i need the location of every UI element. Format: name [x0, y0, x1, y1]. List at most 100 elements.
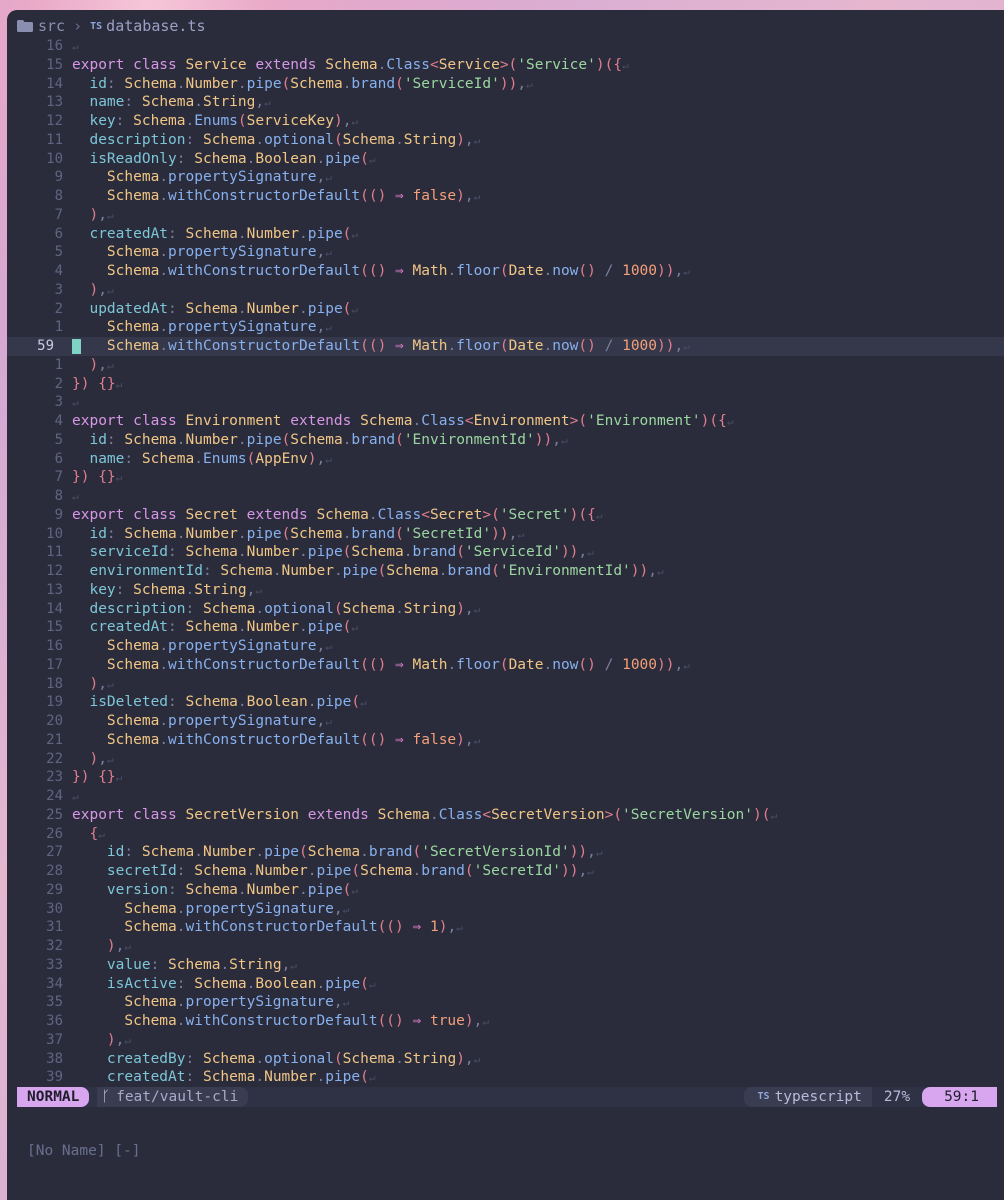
line-number: 1 [54, 356, 63, 373]
code-line[interactable]: 30 Schema.propertySignature,↵ [7, 900, 1004, 919]
code-token: floor [456, 263, 500, 279]
code-token: ( [360, 975, 369, 992]
code-line[interactable]: 16 ↵ [7, 37, 1004, 56]
code-line[interactable]: 7 ),↵ [7, 206, 1004, 225]
breadcrumb-file[interactable]: database.ts [106, 17, 205, 35]
code-token: ( [333, 1050, 343, 1067]
code-line[interactable]: 14 description: Schema.optional(Schema.S… [7, 600, 1004, 619]
current-line[interactable]: 59 Schema.withConstructorDefault(() ⇒ Ma… [7, 337, 1004, 356]
code-line[interactable]: 20 Schema.propertySignature,↵ [7, 712, 1004, 731]
code-line[interactable]: 5 Schema.propertySignature,↵ [7, 243, 1004, 262]
code-line[interactable]: 6 createdAt: Schema.Number.pipe(↵ [7, 225, 1004, 244]
code-line[interactable]: 14 id: Schema.Number.pipe(Schema.brand('… [7, 75, 1004, 94]
code-line[interactable]: 13 key: Schema.String,↵ [7, 581, 1004, 600]
code-token: Class [386, 56, 430, 73]
code-token: ( [456, 544, 465, 561]
code-line[interactable]: 19 isDeleted: Schema.Boolean.pipe(↵ [7, 693, 1004, 712]
code-line[interactable]: 22 ),↵ [7, 750, 1004, 769]
code-text: {↵ [72, 825, 104, 845]
code-token: . [299, 225, 308, 242]
code-line[interactable]: 27 id: Schema.Number.pipe(Schema.brand('… [7, 843, 1004, 862]
git-branch[interactable]: ᚴ feat/vault-cli [97, 1087, 249, 1107]
eol-marker: ↵ [106, 358, 114, 372]
code-line[interactable]: 1 Schema.propertySignature,↵ [7, 318, 1004, 337]
code-line[interactable]: 37 ),↵ [7, 1031, 1004, 1050]
code-line[interactable]: 12 environmentId: Schema.Number.pipe(Sch… [7, 562, 1004, 581]
code-line[interactable]: 23}) {}↵ [7, 768, 1004, 787]
eol-marker: ↵ [622, 58, 629, 72]
code-token: Schema [72, 638, 160, 654]
code-token: . [159, 188, 169, 204]
code-token: ( [281, 75, 291, 92]
code-line[interactable]: 24 ↵ [7, 787, 1004, 806]
code-line[interactable]: 4 Schema.withConstructorDefault(() ⇒ Mat… [7, 262, 1004, 281]
code-token: . [412, 413, 422, 429]
code-token: : [185, 131, 203, 148]
code-token: Number [281, 563, 334, 579]
code-line[interactable]: 2 updatedAt: Schema.Number.pipe(↵ [7, 300, 1004, 319]
code-line[interactable]: 32 ),↵ [7, 937, 1004, 956]
code-text: createdBy: Schema.optional(Schema.String… [72, 1050, 480, 1070]
breadcrumb-folder[interactable]: src [38, 17, 65, 35]
line-number: 15 [46, 619, 63, 636]
code-line[interactable]: 33 value: Schema.String,↵ [7, 956, 1004, 975]
line-number: 26 [46, 825, 63, 842]
code-line[interactable]: 38 createdBy: Schema.optional(Schema.Str… [7, 1050, 1004, 1069]
code-line[interactable]: 11 serviceId: Schema.Number.pipe(Schema.… [7, 543, 1004, 562]
code-line[interactable]: 39 createdAt: Schema.Number.pipe(↵ [7, 1068, 1004, 1087]
code-line[interactable]: 8 ↵ [7, 487, 1004, 506]
code-token: 1000 [622, 656, 658, 673]
code-line[interactable]: 3 ),↵ [7, 281, 1004, 300]
code-token: key [72, 581, 116, 598]
code-line[interactable]: 10 id: Schema.Number.pipe(Schema.brand('… [7, 525, 1004, 544]
code-text: Schema.propertySignature,↵ [72, 243, 332, 263]
code-text: Schema.withConstructorDefault(() ⇒ false… [72, 187, 480, 207]
code-token: Number [185, 431, 238, 448]
code-line[interactable]: 3 ↵ [7, 393, 1004, 412]
code-line[interactable]: 18 ),↵ [7, 675, 1004, 694]
eol-marker: ↵ [560, 433, 568, 447]
code-text: Schema.withConstructorDefault(() ⇒ Math.… [72, 656, 690, 676]
code-line[interactable]: 9 Schema.propertySignature,↵ [7, 168, 1004, 187]
code-line[interactable]: 25 export class SecretVersion extends Sch… [7, 806, 1004, 825]
code-line[interactable]: 11 description: Schema.optional(Schema.S… [7, 131, 1004, 150]
code-token: 'SecretId' [473, 863, 561, 879]
code-line[interactable]: 36 Schema.withConstructorDefault(() ⇒ tr… [7, 1012, 1004, 1031]
code-line[interactable]: 34 isActive: Schema.Boolean.pipe(↵ [7, 975, 1004, 994]
code-token: : [202, 563, 221, 579]
code-token: ( [237, 113, 247, 129]
code-token: () [578, 263, 596, 279]
code-line[interactable]: 5 id: Schema.Number.pipe(Schema.brand('E… [7, 431, 1004, 450]
code-line[interactable]: 15 createdAt: Schema.Number.pipe(↵ [7, 618, 1004, 637]
code-token: brand [351, 75, 396, 92]
code-line[interactable]: 29 version: Schema.Number.pipe(↵ [7, 881, 1004, 900]
code-line[interactable]: 31 Schema.withConstructorDefault(() ⇒ 1)… [7, 918, 1004, 937]
code-line[interactable]: 21 Schema.withConstructorDefault(() ⇒ fa… [7, 731, 1004, 750]
tabline-area [7, 1107, 1004, 1141]
code-line[interactable]: 4 export class Environment extends Schema… [7, 412, 1004, 431]
code-line[interactable]: 7}) {}↵ [7, 468, 1004, 487]
code-line[interactable]: 1 ),↵ [7, 356, 1004, 375]
command-line[interactable]: [No Name] [-] [27, 1143, 141, 1159]
code-editor[interactable]: 16 ↵ 15 export class Service extends Schema… [7, 37, 1004, 1087]
eol-marker: ↵ [770, 808, 778, 822]
code-token: Schema [72, 319, 160, 336]
code-line[interactable]: 28 secretId: Schema.Number.pipe(Schema.b… [7, 862, 1004, 881]
eol-marker: ↵ [290, 958, 297, 972]
code-line[interactable]: 13 name: Schema.String,↵ [7, 93, 1004, 112]
code-line[interactable]: 6 name: Schema.Enums(AppEnv),↵ [7, 450, 1004, 469]
code-token: ServiceKey [246, 113, 334, 129]
code-line[interactable]: 8 Schema.withConstructorDefault(() ⇒ fal… [7, 187, 1004, 206]
code-token: Enums [202, 450, 247, 467]
code-line[interactable]: 10 isReadOnly: Schema.Boolean.pipe(↵ [7, 150, 1004, 169]
line-number: 8 [54, 488, 63, 504]
code-line[interactable]: 2}) {}↵ [7, 375, 1004, 394]
code-line[interactable]: 15 export class Service extends Schema.Cl… [7, 56, 1004, 75]
code-line[interactable]: 17 Schema.withConstructorDefault(() ⇒ Ma… [7, 656, 1004, 675]
code-line[interactable]: 12 key: Schema.Enums(ServiceKey),↵ [7, 112, 1004, 131]
code-line[interactable]: 9 export class Secret extends Schema.Clas… [7, 506, 1004, 525]
filetype-label: typescript [774, 1089, 862, 1105]
code-line[interactable]: 35 Schema.propertySignature,↵ [7, 993, 1004, 1012]
code-line[interactable]: 26 {↵ [7, 825, 1004, 844]
code-line[interactable]: 16 Schema.propertySignature,↵ [7, 637, 1004, 656]
